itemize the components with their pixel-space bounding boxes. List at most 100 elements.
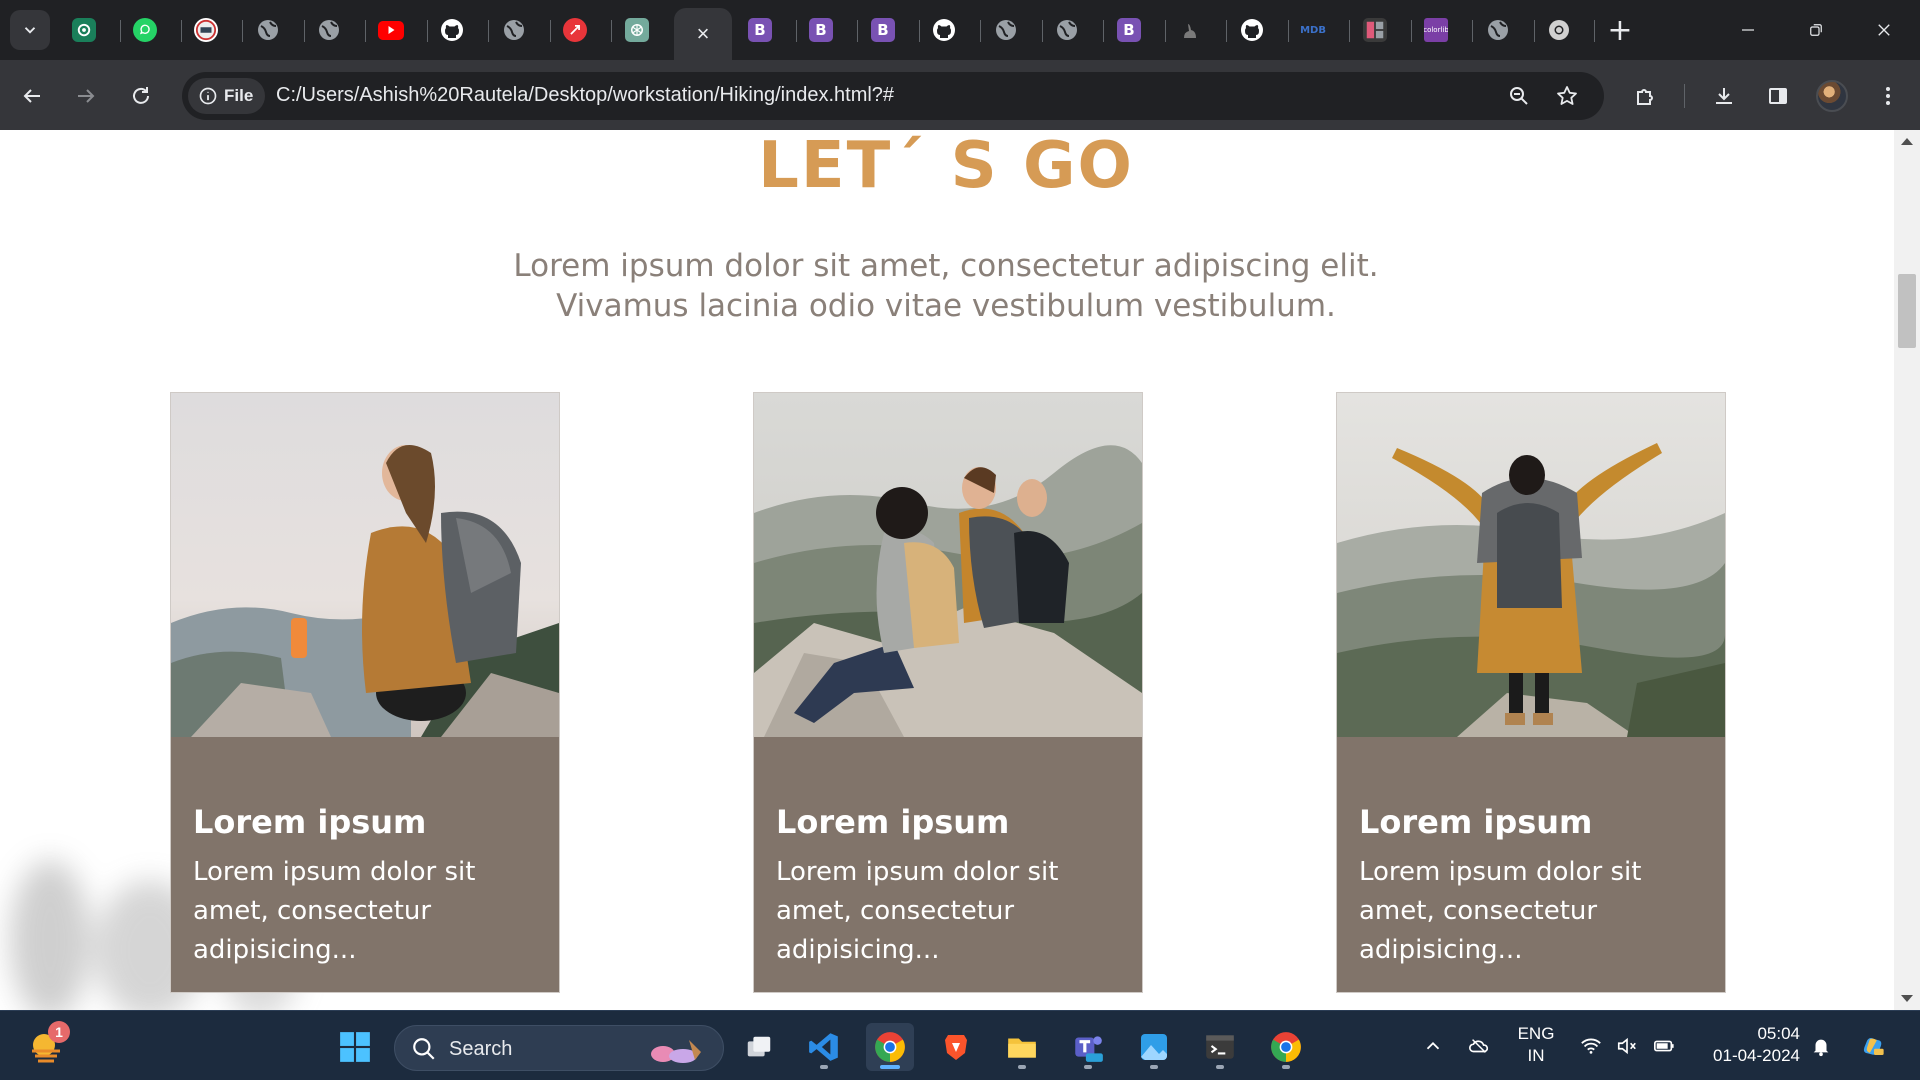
teams-app[interactable] [1064, 1023, 1112, 1071]
scroll-down-arrow-icon[interactable] [1901, 995, 1913, 1002]
hikers-group-photo [754, 393, 1142, 737]
photos-app[interactable] [1130, 1023, 1178, 1071]
card[interactable]: Lorem ipsum Lorem ipsum dolor sit amet, … [753, 392, 1143, 993]
notification-badge: 1 [48, 1021, 70, 1043]
app-icon [563, 18, 587, 42]
active-tab[interactable]: × [674, 8, 732, 60]
tab-globe-6[interactable] [1480, 12, 1516, 48]
tab-site[interactable] [188, 12, 224, 48]
task-view-button[interactable] [735, 1023, 783, 1071]
tab-ad-icon [72, 18, 96, 42]
github-icon [933, 19, 955, 41]
tab-colorlib[interactable]: colorlib [1418, 12, 1454, 48]
star-icon [1557, 86, 1577, 105]
terminal-app[interactable] [1196, 1023, 1244, 1071]
arrow-right-icon [78, 89, 95, 103]
chrome-icon [875, 1032, 905, 1062]
chrome-app[interactable] [866, 1023, 914, 1071]
site-info-chip[interactable]: File [188, 78, 266, 114]
scrollbar-thumb[interactable] [1898, 274, 1916, 348]
windows-icon [340, 1032, 370, 1062]
tab-globe-5[interactable] [1049, 12, 1085, 48]
github-icon [1241, 19, 1263, 41]
hiker-arms-raised-photo [1337, 393, 1725, 737]
tab-globe-2[interactable] [311, 12, 347, 48]
tab-ad[interactable] [66, 12, 102, 48]
menu-button[interactable] [1870, 78, 1906, 114]
search-highlight-icon [651, 1040, 701, 1063]
tab-rabbit[interactable] [1172, 12, 1208, 48]
tab-whatsapp[interactable] [127, 12, 163, 48]
chrome-icon [1549, 20, 1569, 40]
onedrive-button[interactable] [1462, 1011, 1496, 1080]
extensions-button[interactable] [1628, 78, 1664, 114]
tab-search-button[interactable] [10, 10, 50, 50]
zoom-button[interactable] [1504, 81, 1534, 111]
browser-toolbar: File C:/Users/Ashish%20Rautela/Desktop/w… [0, 60, 1920, 130]
card-image [1337, 393, 1725, 737]
taskbar-search[interactable]: Search [394, 1025, 724, 1071]
chevron-up-icon [1426, 1041, 1440, 1050]
minimize-button[interactable] [1728, 14, 1768, 46]
kebab-menu-icon [1886, 87, 1890, 105]
scroll-up-arrow-icon[interactable] [1901, 138, 1913, 145]
tab-github-3[interactable] [1234, 12, 1270, 48]
tab-bootstrap-1[interactable]: B [742, 12, 778, 48]
side-panel-button[interactable] [1760, 78, 1796, 114]
info-icon [199, 87, 217, 105]
start-button[interactable] [331, 1023, 379, 1071]
chevron-down-icon [24, 27, 36, 34]
copilot-button[interactable] [1852, 1011, 1896, 1080]
file-explorer-app[interactable] [998, 1023, 1046, 1071]
tab-globe-4[interactable] [988, 12, 1024, 48]
tab-bootstrap-2[interactable]: B [803, 12, 839, 48]
wifi-button[interactable] [1576, 1011, 1606, 1080]
tab-bootstrap-4[interactable]: B [1111, 12, 1147, 48]
tab-bootstrap-3[interactable]: B [865, 12, 901, 48]
time-text: 05:04 [1757, 1024, 1800, 1043]
rabbit-icon [1184, 24, 1196, 38]
brave-app[interactable] [932, 1023, 980, 1071]
close-window-button[interactable] [1864, 14, 1904, 46]
card-image [754, 393, 1142, 737]
card[interactable]: Lorem ipsum Lorem ipsum dolor sit amet, … [170, 392, 560, 993]
tab-chrome[interactable] [1541, 12, 1577, 48]
notifications-button[interactable] [1806, 1011, 1836, 1080]
address-bar[interactable]: File C:/Users/Ashish%20Rautela/Desktop/w… [182, 72, 1604, 120]
reload-button[interactable] [121, 76, 161, 116]
vscode-app[interactable] [800, 1023, 848, 1071]
chrome-app-2[interactable] [1262, 1023, 1310, 1071]
close-tab-icon[interactable]: × [697, 21, 710, 47]
tab-globe-1[interactable] [250, 12, 286, 48]
card[interactable]: Lorem ipsum Lorem ipsum dolor sit amet, … [1336, 392, 1726, 993]
region-code: IN [1527, 1046, 1545, 1065]
downloads-button[interactable] [1706, 78, 1742, 114]
forward-button[interactable] [66, 76, 106, 116]
restore-button[interactable] [1796, 14, 1836, 46]
tab-github-2[interactable] [926, 12, 962, 48]
battery-button[interactable] [1648, 1011, 1680, 1080]
copilot-icon [1863, 1038, 1884, 1055]
globe-icon [996, 20, 1016, 40]
volume-button[interactable] [1612, 1011, 1642, 1080]
language-indicator[interactable]: ENG IN [1510, 1023, 1562, 1067]
tab-mdb[interactable]: MDB [1295, 12, 1331, 48]
url-text[interactable]: C:/Users/Ashish%20Rautela/Desktop/workst… [276, 84, 894, 107]
show-hidden-icons-button[interactable] [1418, 1011, 1448, 1080]
profile-button[interactable] [1814, 78, 1850, 114]
tab-app[interactable] [557, 12, 593, 48]
new-tab-button[interactable]: + [1602, 12, 1638, 48]
back-button[interactable] [12, 76, 52, 116]
tab-github-1[interactable] [434, 12, 470, 48]
tab-youtube[interactable] [373, 12, 409, 48]
bookmark-button[interactable] [1552, 81, 1582, 111]
card-text: Lorem ipsum dolor sit amet, consectetur … [776, 857, 1059, 965]
card-text: Lorem ipsum dolor sit amet, consectetur … [193, 857, 476, 965]
tab-layout[interactable] [1357, 12, 1393, 48]
clock[interactable]: 05:04 01-04-2024 [1696, 1023, 1800, 1067]
tab-chatgpt[interactable] [619, 12, 655, 48]
site-icon [194, 18, 218, 42]
tab-globe-3[interactable] [496, 12, 532, 48]
page-scrollbar[interactable] [1894, 130, 1920, 1010]
youtube-icon [378, 20, 404, 40]
